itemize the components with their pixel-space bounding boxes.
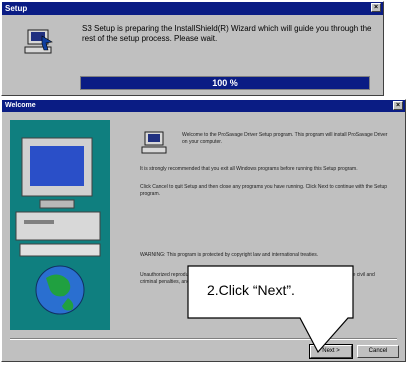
welcome-artwork [10, 120, 110, 330]
progress-bar: 100 % [80, 76, 370, 90]
progress-label: 100 % [212, 78, 238, 88]
setup-titlebar: Setup × [2, 2, 383, 15]
setup-title: Setup [5, 4, 28, 13]
next-button[interactable]: Next > [309, 344, 353, 359]
setup-close-icon[interactable]: × [371, 3, 381, 12]
welcome-window: Welcome × Welcome to the ProSavage Drive… [1, 99, 406, 362]
setup-window: Setup × S3 Setup is preparing the Instal… [1, 1, 384, 96]
welcome-recommendation: It is strongly recommended that you exit… [140, 166, 358, 172]
computer-globe-illustration [15, 137, 101, 315]
welcome-close-icon[interactable]: × [393, 101, 403, 110]
welcome-warning: WARNING: This program is protected by co… [140, 252, 319, 258]
setup-message: S3 Setup is preparing the InstallShield(… [82, 24, 372, 43]
button-separator [10, 338, 397, 340]
callout-text: 2.Click “Next”. [207, 282, 295, 298]
welcome-titlebar: Welcome × [2, 100, 405, 112]
welcome-intro: Welcome to the ProSavage Driver Setup pr… [182, 132, 388, 145]
welcome-instructions: Click Cancel to quit Setup and then clos… [140, 184, 388, 197]
setup-computer-icon [24, 29, 53, 54]
cancel-button[interactable]: Cancel [357, 345, 399, 358]
welcome-computer-icon [141, 131, 167, 154]
welcome-title: Welcome [5, 102, 36, 109]
